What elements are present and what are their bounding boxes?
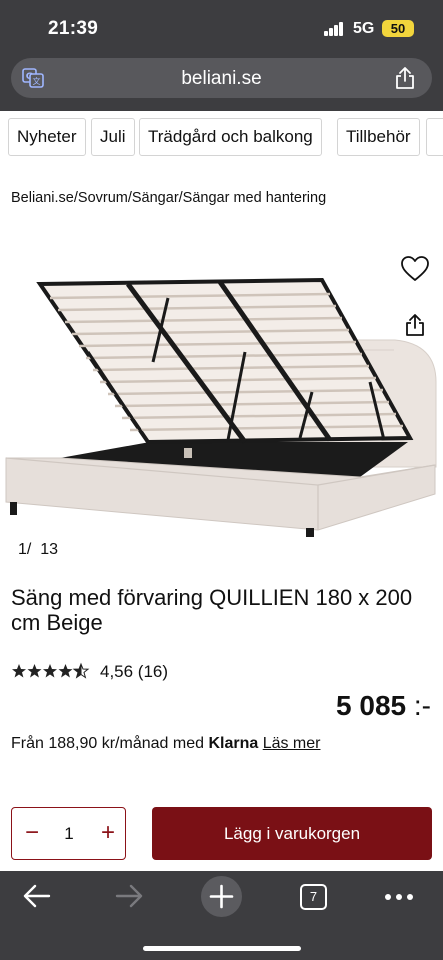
share-icon[interactable] [404,313,426,337]
address-bar[interactable]: G 文 beliani.se [11,58,432,98]
product-image[interactable] [0,262,443,542]
plus-icon [209,884,234,909]
category-chip-nyheter[interactable]: Nyheter [8,118,86,156]
star-rating [12,662,90,679]
new-tab-button[interactable] [201,876,242,917]
product-price: 5 085 :- [336,690,431,722]
signal-icon [324,22,344,36]
status-time: 21:39 [48,18,99,39]
share-icon[interactable] [394,66,416,90]
gallery-counter: 1/ 13 [18,541,58,559]
product-title: Säng med förvaring QUILLIEN 180 x 200 cm… [11,585,413,635]
tabs-icon[interactable]: 7 [300,884,327,910]
increase-quantity-button[interactable]: + [92,808,124,859]
star-icon [27,664,42,678]
gallery-total: 13 [40,541,59,558]
status-bar: 21:39 5G 50 [0,0,443,56]
quantity-value[interactable]: 1 [50,808,88,859]
installment-text: Från 188,90 kr/månad med [11,735,209,752]
category-chip-tradgard[interactable]: Trädgård och balkong [139,118,322,156]
more-icon[interactable] [384,893,414,901]
star-icon [58,664,73,678]
category-chip-tillbehor[interactable]: Tillbehör [337,118,420,156]
price-amount: 5 085 [336,690,407,721]
quantity-stepper: − 1 + [11,807,126,860]
browser-top-chrome: 21:39 5G 50 G 文 beliani.se [0,0,443,111]
network-type: 5G [353,20,375,37]
add-to-cart-button[interactable]: Lägg i varukorgen [152,807,432,860]
gallery-current: 1 [18,541,27,558]
forward-arrow-icon[interactable] [114,883,144,909]
home-indicator[interactable] [143,946,301,951]
price-suffix: :- [413,690,431,721]
browser-bottom-bar: 7 [0,871,443,960]
decrease-quantity-button[interactable]: − [16,808,48,859]
star-icon [72,662,90,679]
installment-info: Från 188,90 kr/månad med Klarna Läs mer [11,735,320,753]
category-chip-juli[interactable]: Juli [91,118,135,156]
klarna-logo: Klarna [208,735,259,752]
url-text[interactable]: beliani.se [11,68,432,90]
category-chip-more[interactable] [426,118,443,156]
star-icon [43,664,57,678]
category-nav: Nyheter Juli Trädgård och balkong Tillbe… [0,118,443,158]
breadcrumb[interactable]: Beliani.se/Sovrum/Sängar/Sängar med hant… [11,190,326,206]
back-arrow-icon[interactable] [22,883,52,909]
heart-icon[interactable] [401,256,429,282]
gallery-separator: / [26,541,32,558]
rating-text[interactable]: 4,56 (16) [100,662,168,682]
battery-icon: 50 [382,20,414,37]
star-icon [12,664,26,678]
read-more-link[interactable]: Läs mer [263,735,321,752]
